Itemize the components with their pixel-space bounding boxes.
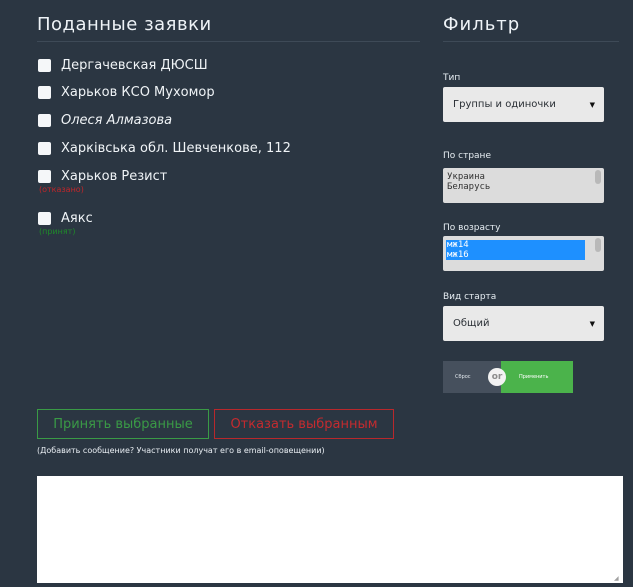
age-listbox[interactable]: мж14 мж16	[443, 236, 604, 271]
list-item: Харьков Резист (отказано)	[38, 169, 167, 194]
message-textarea[interactable]	[37, 476, 623, 583]
application-name: Харківська обл. Шевченкове, 112	[61, 141, 291, 156]
type-select[interactable]: Группы и одиночки ▼	[443, 87, 604, 122]
list-item: Харьков КСО Мухомор	[38, 85, 215, 100]
application-name: Харьков Резист	[61, 169, 168, 184]
status-rejected: (отказано)	[39, 185, 84, 194]
list-item: Аякс (принят)	[38, 211, 93, 236]
age-option[interactable]: мж14	[446, 240, 585, 250]
type-filter-label: Тип	[443, 73, 461, 83]
country-option[interactable]: Украина	[446, 172, 585, 182]
application-name: Харьков КСО Мухомор	[61, 85, 215, 100]
listbox-scrollbar[interactable]	[595, 170, 601, 184]
dropdown-arrow-icon: ▼	[589, 100, 595, 109]
apply-button[interactable]: Применить	[501, 361, 573, 393]
application-name: Аякс	[61, 211, 93, 226]
dropdown-arrow-icon: ▼	[589, 319, 595, 328]
list-item: Харківська обл. Шевченкове, 112	[38, 141, 291, 156]
resize-grip-icon[interactable]: ◢	[614, 575, 619, 582]
start-type-select[interactable]: Общий ▼	[443, 306, 604, 341]
list-item: Олеся Алмазова	[38, 113, 172, 128]
application-checkbox[interactable]	[38, 59, 51, 72]
accept-selected-button[interactable]: Принять выбранные	[37, 409, 209, 439]
country-option[interactable]: Беларусь	[446, 182, 585, 192]
application-checkbox[interactable]	[38, 114, 51, 127]
application-name: Дергачевская ДЮСШ	[61, 58, 208, 73]
list-item: Дергачевская ДЮСШ	[38, 58, 208, 73]
status-accepted: (принят)	[39, 227, 76, 236]
application-checkbox[interactable]	[38, 170, 51, 183]
type-select-value: Группы и одиночки	[453, 99, 556, 110]
start-type-select-value: Общий	[453, 318, 490, 329]
country-filter-label: По стране	[443, 151, 491, 161]
application-checkbox[interactable]	[38, 212, 51, 225]
or-badge: or	[488, 368, 506, 386]
age-filter-label: По возрасту	[443, 223, 501, 233]
message-hint: (Добавить сообщение? Участники получат е…	[37, 446, 325, 455]
application-name: Олеся Алмазова	[61, 113, 173, 128]
reject-selected-button[interactable]: Отказать выбранным	[214, 409, 394, 439]
start-type-filter-label: Вид старта	[443, 292, 497, 302]
filter-title: Фильтр	[443, 14, 619, 42]
application-checkbox[interactable]	[38, 142, 51, 155]
country-listbox[interactable]: Украина Беларусь	[443, 168, 604, 203]
application-checkbox[interactable]	[38, 86, 51, 99]
listbox-scrollbar[interactable]	[595, 238, 601, 252]
filter-actions: Сброс Применить or	[443, 361, 573, 393]
age-option[interactable]: мж16	[446, 250, 585, 260]
apply-button-label: Применить	[519, 374, 549, 380]
applications-title: Поданные заявки	[37, 14, 420, 42]
